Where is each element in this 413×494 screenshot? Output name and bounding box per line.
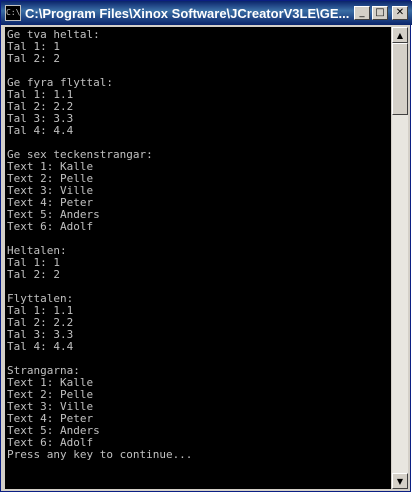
close-button[interactable]: ✕ — [392, 6, 408, 20]
minimize-button[interactable]: _ — [354, 6, 370, 20]
console-icon[interactable]: C:\ — [5, 5, 21, 21]
window-title: C:\Program Files\Xinox Software\JCreator… — [25, 5, 350, 21]
console-line: Text 6: Adolf — [7, 220, 94, 233]
console-line: Tal 2: 2 — [7, 268, 60, 281]
console-line: Tal 2: 2 — [7, 52, 60, 65]
vertical-scrollbar[interactable]: ▲ ▼ — [392, 27, 408, 489]
title-bar[interactable]: C:\ C:\Program Files\Xinox Software\JCre… — [1, 1, 412, 25]
console-line: Tal 4: 4.4 — [7, 340, 74, 353]
console-output: Ge tva heltal: Tal 1: 1 Tal 2: 2 Ge fyra fl… — [5, 27, 391, 489]
console-window: C:\ C:\Program Files\Xinox Software\JCre… — [0, 0, 412, 492]
console-line: Press any key to continue... — [7, 448, 193, 461]
console-line: Tal 1: 1 — [7, 256, 60, 269]
console-line: Tal 4: 4.4 — [7, 124, 74, 137]
maximize-button[interactable]: □ — [372, 6, 388, 20]
scroll-up-button[interactable]: ▲ — [392, 27, 408, 43]
scroll-thumb[interactable] — [392, 43, 408, 115]
scroll-down-button[interactable]: ▼ — [392, 473, 408, 489]
console-line: Heltalen: — [7, 244, 67, 257]
caption-buttons: _ □ ✕ — [354, 6, 408, 20]
console-line: Ge tva heltal: — [7, 28, 100, 41]
console-line: Tal 1: 1 — [7, 40, 60, 53]
